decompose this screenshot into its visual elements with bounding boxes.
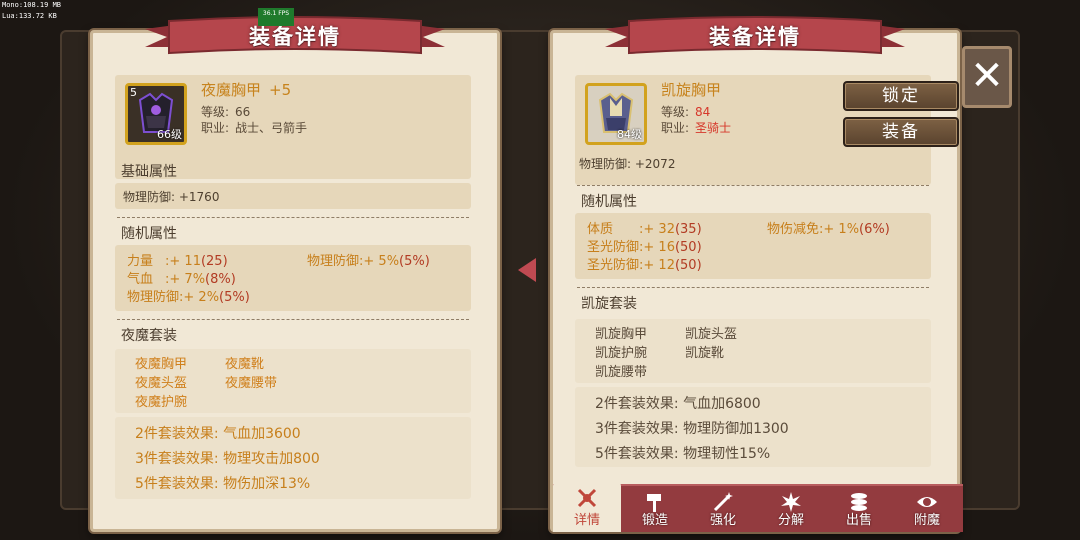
set-effect: 2件套装效果: 气血加6800 — [595, 396, 761, 412]
random-attr: 力量:+ 11(25) — [127, 254, 228, 269]
debug-mono: Mono:108.19 MB — [2, 1, 62, 9]
random-attr-block: 力量:+ 11(25) 气血:+ 7%(8%) 物理防御:+ 2%(5%) 物理… — [115, 245, 471, 311]
divider — [117, 319, 469, 320]
random-attr: 圣光防御:+ 12(50) — [587, 258, 702, 273]
set-effect: 3件套装效果: 物理攻击加800 — [135, 451, 320, 467]
random-attr-block: 体质:+ 32(35) 圣光防御:+ 16(50) 圣光防御:+ 12(50) … — [575, 213, 931, 279]
divider — [117, 217, 469, 218]
equipped-item-panel: 装备详情 5 66级 夜魔胸甲 +5 等级: 66 职业: 战士、弓箭手 基础属性 物… — [90, 16, 500, 532]
item-class-row: 职业: 战士、弓箭手 — [201, 121, 308, 135]
tab-forge[interactable]: 锻造 — [621, 486, 689, 532]
item-name: 凯旋胸甲 — [661, 81, 722, 99]
random-attr: 体质:+ 32(35) — [587, 222, 702, 237]
set-effect: 3件套装效果: 物理防御加1300 — [595, 421, 789, 437]
details-icon — [577, 488, 597, 508]
random-attr: 物伤减免:+ 1%(6%) — [767, 222, 890, 237]
tab-dismantle[interactable]: 分解 — [757, 486, 825, 532]
panel-title-ribbon: 装备详情 — [145, 15, 445, 59]
fps-counter: 36.1 FPS — [258, 8, 294, 26]
base-attr-title: 基础属性 — [121, 164, 177, 180]
set-item: 凯旋靴 — [685, 346, 725, 361]
item-name: 夜魔胸甲 +5 — [201, 81, 292, 99]
selected-item-panel: 装备详情 84级 凯旋胸甲 等级: 84 职业: 圣骑士 锁定 装备 物理防御: +… — [550, 16, 963, 532]
panel-title-ribbon: 装备详情 — [605, 15, 905, 59]
divider — [577, 287, 929, 288]
set-item: 凯旋头盔 — [685, 327, 738, 342]
random-attr-title: 随机属性 — [581, 194, 637, 210]
tab-enhance[interactable]: 强化 — [689, 486, 757, 532]
set-items-block: 夜魔胸甲 夜魔靴 夜魔头盔 夜魔腰带 夜魔护腕 — [115, 349, 471, 413]
tab-sell[interactable]: 出售 — [825, 486, 893, 532]
close-button[interactable]: ✕ — [962, 46, 1012, 108]
action-tab-bar: 详情 锻造 强化 分解 出售 附魔 — [553, 482, 963, 532]
set-effect: 5件套装效果: 物理韧性15% — [595, 446, 771, 462]
random-attr: 圣光防御:+ 16(50) — [587, 240, 702, 255]
tab-enchant[interactable]: 附魔 — [893, 486, 961, 532]
set-effects-block: 2件套装效果: 气血加6800 3件套装效果: 物理防御加1300 5件套装效果… — [575, 387, 931, 467]
tab-details[interactable]: 详情 — [553, 482, 621, 532]
set-title: 凯旋套装 — [581, 296, 637, 312]
item-level-row: 等级: 66 — [201, 105, 251, 119]
set-item: 凯旋腰带 — [595, 365, 648, 380]
set-item: 凯旋护腕 — [595, 346, 648, 361]
divider — [577, 185, 929, 186]
set-item: 夜魔护腕 — [135, 395, 188, 410]
panel-title: 装备详情 — [709, 25, 801, 49]
set-item: 凯旋胸甲 — [595, 327, 648, 342]
random-attr: 气血:+ 7%(8%) — [127, 272, 236, 287]
random-attr: 物理防御:+ 2%(5%) — [127, 290, 250, 305]
level-badge: 66级 — [157, 128, 182, 141]
item-level-row: 等级: 84 — [661, 105, 711, 119]
set-item: 夜魔腰带 — [225, 376, 278, 391]
debug-lua: Lua:133.72 KB — [2, 12, 57, 20]
set-effects-block: 2件套装效果: 气血加3600 3件套装效果: 物理攻击加800 5件套装效果:… — [115, 417, 471, 499]
level-badge: 84级 — [617, 128, 642, 141]
panel-title: 装备详情 — [249, 25, 341, 49]
item-header: 84级 凯旋胸甲 等级: 84 职业: 圣骑士 锁定 装备 物理防御: +2072 — [575, 75, 959, 185]
set-item: 夜魔靴 — [225, 357, 265, 372]
item-icon[interactable]: 5 66级 — [125, 83, 187, 145]
base-attr-block: 物理防御: +1760 — [115, 183, 471, 209]
set-items-block: 凯旋胸甲 凯旋头盔 凯旋护腕 凯旋靴 凯旋腰带 — [575, 319, 931, 383]
set-item: 夜魔胸甲 — [135, 357, 188, 372]
lock-button[interactable]: 锁定 — [843, 81, 959, 111]
item-class-row: 职业: 圣骑士 — [661, 121, 732, 135]
base-attr-line: 物理防御: +2072 — [579, 157, 676, 171]
equip-button[interactable]: 装备 — [843, 117, 959, 147]
set-effect: 2件套装效果: 气血加3600 — [135, 426, 301, 442]
random-attr: 物理防御:+ 5%(5%) — [307, 254, 430, 269]
set-title: 夜魔套装 — [121, 328, 177, 344]
compare-arrow — [518, 258, 536, 282]
enhance-level: 5 — [130, 86, 137, 99]
item-icon[interactable]: 84级 — [585, 83, 647, 145]
random-attr-title: 随机属性 — [121, 226, 177, 242]
base-attr-line: 物理防御: +1760 — [123, 190, 220, 204]
set-item: 夜魔头盔 — [135, 376, 188, 391]
set-effect: 5件套装效果: 物伤加深13% — [135, 476, 311, 492]
